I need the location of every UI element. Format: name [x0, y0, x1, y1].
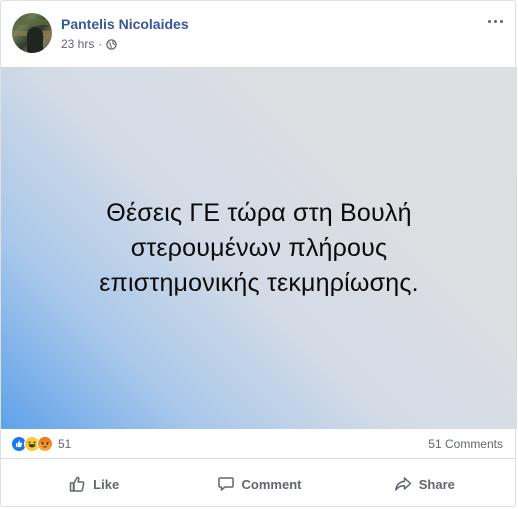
comment-icon: [217, 477, 234, 491]
share-button[interactable]: Share: [342, 468, 507, 500]
author-avatar[interactable]: [12, 13, 52, 53]
avatar-detail: [12, 19, 52, 25]
like-label: Like: [93, 476, 120, 492]
thumbs-up-icon: [69, 476, 85, 492]
author-name[interactable]: Pantelis Nicolaides: [61, 16, 189, 32]
more-options-icon[interactable]: [484, 11, 506, 31]
post-image[interactable]: Θέσεις ΓΕ τώρα στη Βουλή στερουμένων πλή…: [1, 67, 517, 429]
post-header: Pantelis Nicolaides 23 hrs ·: [1, 1, 515, 67]
post-stats: 51 51 Comments: [1, 429, 515, 459]
avatar-detail: [27, 27, 43, 53]
share-icon: [394, 477, 411, 491]
angry-icon: [37, 436, 53, 452]
meta-separator: ·: [98, 37, 103, 51]
post-time[interactable]: 23 hrs: [61, 37, 94, 51]
post-meta: 23 hrs ·: [61, 37, 118, 51]
share-label: Share: [418, 476, 455, 492]
post-image-text: Θέσεις ΓΕ τώρα στη Βουλή στερουμένων πλή…: [99, 198, 419, 297]
reactions-summary[interactable]: 51: [11, 436, 71, 452]
comment-label: Comment: [241, 476, 302, 492]
like-button[interactable]: Like: [11, 468, 176, 500]
globe-icon[interactable]: [106, 38, 118, 50]
comment-button[interactable]: Comment: [176, 468, 341, 500]
action-bar: Like Comment Share: [11, 461, 507, 507]
reaction-count[interactable]: 51: [58, 437, 71, 451]
comments-count[interactable]: 51 Comments: [428, 437, 503, 451]
post-card: Pantelis Nicolaides 23 hrs · Θέσεις ΓΕ τ…: [0, 0, 517, 507]
